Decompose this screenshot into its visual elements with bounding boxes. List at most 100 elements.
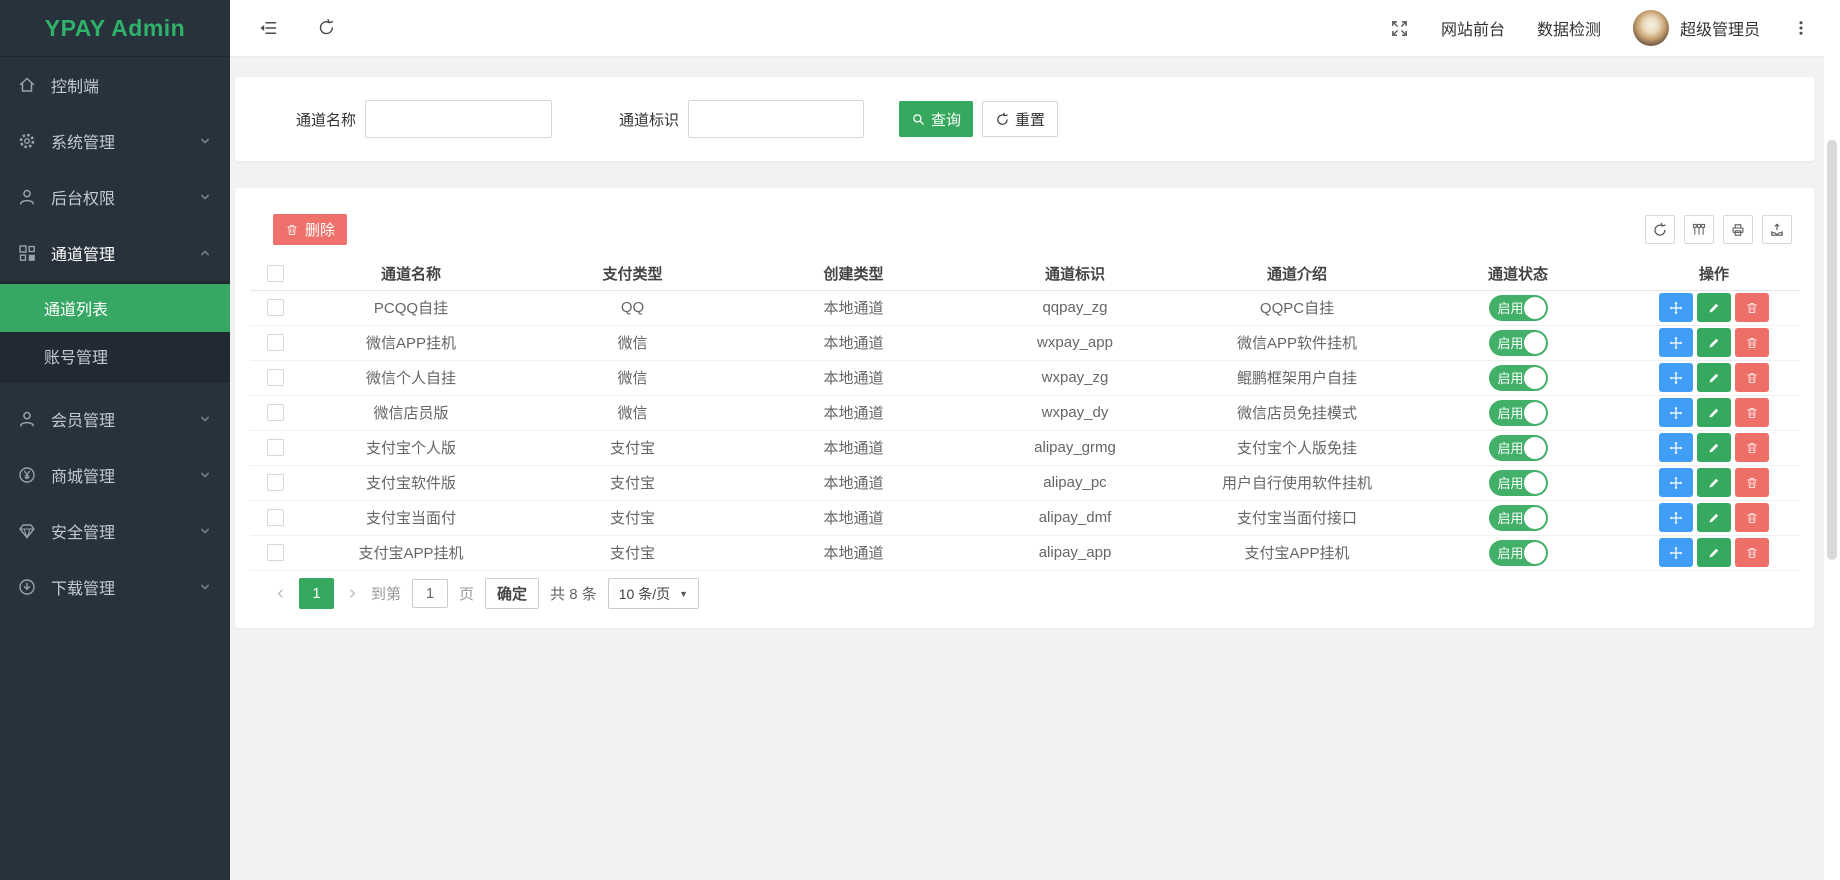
edit-button[interactable] (1697, 538, 1731, 567)
toggle-knob (1524, 297, 1546, 319)
cell-create-type: 本地通道 (743, 325, 964, 360)
sidebar-item-system[interactable]: 系统管理 (0, 113, 230, 169)
move-button[interactable] (1659, 538, 1693, 567)
move-button[interactable] (1659, 503, 1693, 532)
move-icon (1669, 406, 1683, 420)
select-all-checkbox[interactable] (267, 265, 284, 282)
status-toggle[interactable]: 启用 (1489, 540, 1548, 566)
row-checkbox[interactable] (267, 439, 284, 456)
jump-confirm-button[interactable]: 确定 (485, 578, 539, 609)
user-menu[interactable]: 超级管理员 (1633, 10, 1760, 46)
fullscreen-icon[interactable] (1390, 19, 1409, 38)
edit-button[interactable] (1697, 363, 1731, 392)
sidebar-item-label: 控制端 (51, 73, 99, 97)
page-scrollbar[interactable] (1824, 0, 1840, 880)
status-toggle[interactable]: 启用 (1489, 330, 1548, 356)
delete-button[interactable] (1735, 363, 1769, 392)
sidebar-item-channel-list[interactable]: 通道列表 (0, 284, 230, 332)
cell-identifier: alipay_dmf (964, 500, 1186, 535)
refresh-page-icon[interactable] (317, 18, 336, 37)
status-toggle[interactable]: 启用 (1489, 470, 1548, 496)
delete-button[interactable] (1735, 398, 1769, 427)
prev-page-icon[interactable] (273, 586, 288, 601)
sidebar-item-backend-permission[interactable]: 后台权限 (0, 169, 230, 225)
delete-button[interactable] (1735, 433, 1769, 462)
cell-intro: 微信店员免挂模式 (1186, 395, 1408, 430)
reset-button[interactable]: 重置 (982, 101, 1058, 137)
sidebar-item-label: 安全管理 (51, 519, 115, 543)
status-toggle[interactable]: 启用 (1489, 435, 1548, 461)
jump-page-input[interactable] (412, 579, 448, 608)
move-button[interactable] (1659, 468, 1693, 497)
cell-intro: 支付宝个人版免挂 (1186, 430, 1408, 465)
row-checkbox[interactable] (267, 369, 284, 386)
cell-pay-type: 微信 (522, 395, 743, 430)
sidebar: YPAY Admin 控制端 系统管理 后台权限 通道管理 通道列表 账号管理 (0, 0, 230, 880)
sidebar-item-label: 通道管理 (51, 241, 115, 265)
row-checkbox[interactable] (267, 474, 284, 491)
more-menu-icon[interactable] (1792, 19, 1810, 37)
cell-pay-type: QQ (522, 290, 743, 325)
sidebar-item-security-management[interactable]: 安全管理 (0, 503, 230, 559)
current-page-button[interactable]: 1 (299, 578, 334, 609)
sidebar-menu: 控制端 系统管理 后台权限 通道管理 通道列表 账号管理 (0, 57, 230, 615)
table-print-button[interactable] (1723, 215, 1753, 244)
table-columns-button[interactable] (1684, 215, 1714, 244)
cell-identifier: wxpay_app (964, 325, 1186, 360)
scrollbar-thumb[interactable] (1827, 140, 1837, 560)
move-button[interactable] (1659, 293, 1693, 322)
delete-button[interactable] (1735, 503, 1769, 532)
sidebar-item-download-management[interactable]: 下载管理 (0, 559, 230, 615)
delete-button[interactable] (1735, 538, 1769, 567)
nav-site-front[interactable]: 网站前台 (1441, 16, 1505, 40)
status-toggle[interactable]: 启用 (1489, 295, 1548, 321)
sidebar-item-console[interactable]: 控制端 (0, 57, 230, 113)
next-page-icon[interactable] (345, 586, 360, 601)
sidebar-item-label: 商城管理 (51, 463, 115, 487)
row-checkbox[interactable] (267, 544, 284, 561)
move-button[interactable] (1659, 363, 1693, 392)
edit-button[interactable] (1697, 328, 1731, 357)
channel-submenu: 通道列表 账号管理 (0, 281, 230, 383)
sidebar-item-member-management[interactable]: 会员管理 (0, 391, 230, 447)
row-checkbox[interactable] (267, 334, 284, 351)
table-refresh-button[interactable] (1645, 215, 1675, 244)
sidebar-item-channel-management[interactable]: 通道管理 (0, 225, 230, 281)
row-checkbox[interactable] (267, 404, 284, 421)
table-export-button[interactable] (1762, 215, 1792, 244)
status-toggle[interactable]: 启用 (1489, 400, 1548, 426)
gear-icon (17, 131, 37, 151)
move-button[interactable] (1659, 433, 1693, 462)
row-checkbox[interactable] (267, 299, 284, 316)
cell-intro: QQPC自挂 (1186, 290, 1408, 325)
nav-data-monitor[interactable]: 数据检测 (1537, 16, 1601, 40)
status-toggle[interactable]: 启用 (1489, 365, 1548, 391)
channel-name-input[interactable] (365, 100, 552, 138)
chevron-down-icon (197, 411, 213, 427)
move-button[interactable] (1659, 328, 1693, 357)
status-toggle[interactable]: 启用 (1489, 505, 1548, 531)
edit-button[interactable] (1697, 433, 1731, 462)
edit-button[interactable] (1697, 293, 1731, 322)
delete-button[interactable] (1735, 293, 1769, 322)
edit-button[interactable] (1697, 503, 1731, 532)
move-button[interactable] (1659, 398, 1693, 427)
delete-button[interactable] (1735, 328, 1769, 357)
col-header-pay-type: 支付类型 (522, 257, 743, 290)
batch-delete-button[interactable]: 删除 (273, 214, 347, 245)
move-icon (1669, 546, 1683, 560)
trash-icon (1745, 336, 1759, 350)
edit-button[interactable] (1697, 398, 1731, 427)
delete-button[interactable] (1735, 468, 1769, 497)
sidebar-item-account-management[interactable]: 账号管理 (0, 332, 230, 380)
cell-name: 微信APP挂机 (300, 325, 522, 360)
page-size-select[interactable]: 10 条/页 ▼ (608, 578, 699, 609)
collapse-sidebar-icon[interactable] (258, 18, 278, 38)
query-button[interactable]: 查询 (899, 101, 973, 137)
refresh-icon (1652, 222, 1668, 238)
channel-id-input[interactable] (688, 100, 864, 138)
sidebar-item-mall-management[interactable]: 商城管理 (0, 447, 230, 503)
row-checkbox[interactable] (267, 509, 284, 526)
sidebar-item-label: 会员管理 (51, 407, 115, 431)
edit-button[interactable] (1697, 468, 1731, 497)
